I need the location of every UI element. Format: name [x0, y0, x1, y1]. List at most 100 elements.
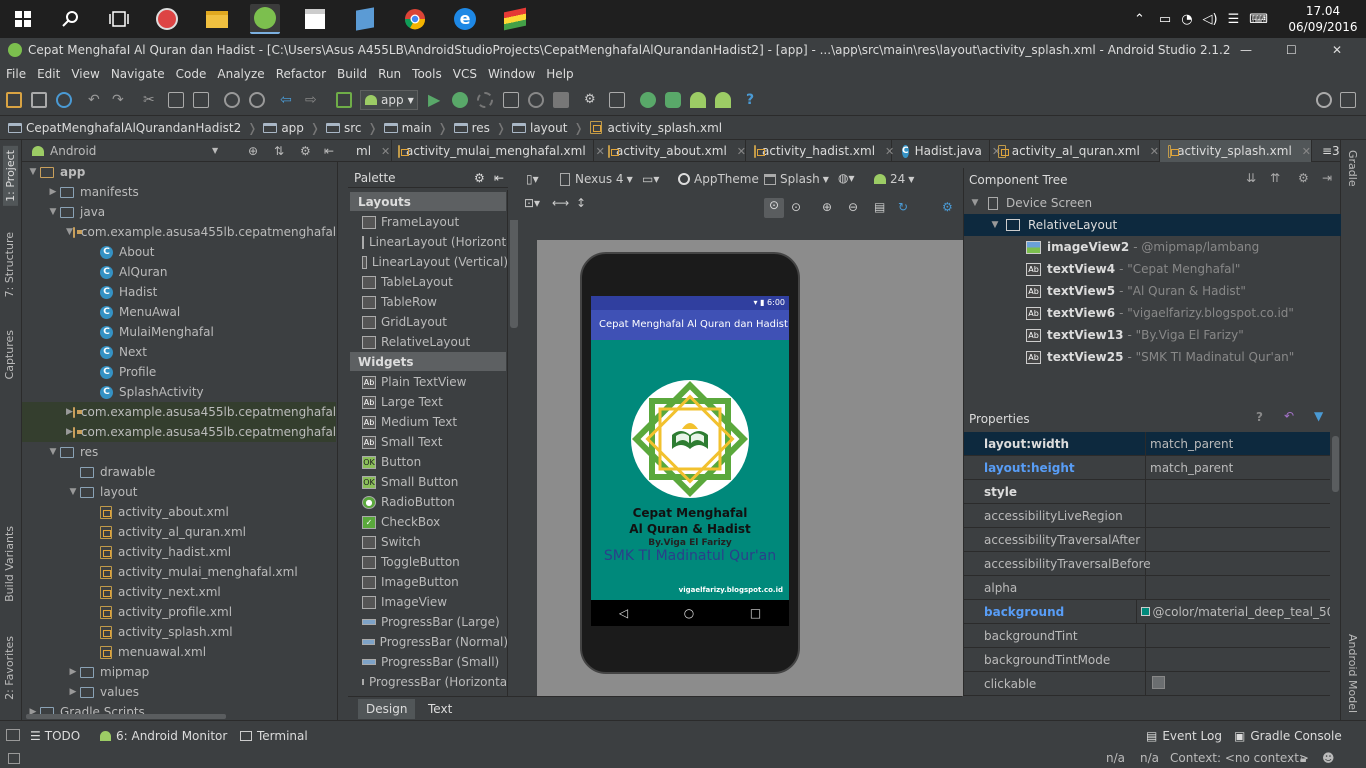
edge-icon[interactable]: e	[450, 4, 480, 34]
property-value-cell[interactable]: match_parent	[1146, 461, 1233, 475]
menu-code[interactable]: Code	[176, 67, 207, 81]
zoom-out-icon[interactable]: ⊖	[848, 200, 858, 214]
palette-item[interactable]: LinearLayout (Horizontal)	[362, 232, 507, 252]
breadcrumb-project[interactable]: CepatMenghafalAlQurandanHadist2	[8, 121, 241, 135]
stop-icon[interactable]	[553, 92, 569, 108]
tree-item[interactable]: menuawal.xml	[22, 642, 336, 662]
volume-icon[interactable]: ◁)	[1203, 12, 1218, 27]
editor-tab[interactable]: activity_al_quran.xml ✕	[990, 140, 1160, 162]
settings-gear-icon[interactable]: ⚙	[942, 200, 953, 214]
gradle-console-tool-button[interactable]: ▣ Gradle Console	[1234, 729, 1342, 743]
property-row[interactable]: accessibilityTraversalBefore	[964, 551, 1330, 576]
horizontal-scrollbar[interactable]	[26, 714, 226, 719]
undo-icon[interactable]: ↶	[1284, 409, 1294, 423]
property-value-cell[interactable]	[1146, 675, 1165, 692]
tree-item[interactable]: activity_splash.xml	[22, 622, 336, 642]
make-project-icon[interactable]	[336, 92, 352, 108]
more-tabs-icon[interactable]: ≡3	[1314, 140, 1340, 162]
box-app-icon[interactable]	[350, 4, 380, 34]
close-tab-icon[interactable]: ✕	[885, 145, 894, 158]
property-row[interactable]: layout:width match_parent	[964, 431, 1330, 456]
chevron-right-icon[interactable]: ▶	[66, 667, 80, 677]
project-structure-icon[interactable]: ⚙	[584, 92, 600, 108]
screenshot-icon[interactable]: ▤	[874, 200, 885, 214]
app-icon-1[interactable]	[152, 4, 182, 34]
back-icon[interactable]: ⇦	[280, 92, 296, 108]
status-icon[interactable]	[8, 753, 20, 764]
gradle-tool-tab[interactable]: Gradle	[1346, 150, 1359, 187]
rerun-icon[interactable]	[528, 92, 544, 108]
help-icon[interactable]: ?	[746, 92, 762, 108]
menu-window[interactable]: Window	[488, 67, 535, 81]
help-icon[interactable]: ?	[1256, 410, 1263, 424]
tree-item[interactable]: activity_mulai_menghafal.xml	[22, 562, 336, 582]
todo-tool-button[interactable]: ☰ TODO	[30, 729, 80, 743]
tree-item[interactable]: activity_about.xml	[22, 502, 336, 522]
editor-tab[interactable]: activity_hadist.xml ✕	[746, 140, 894, 162]
tool-windows-icon[interactable]	[6, 729, 20, 741]
design-tab[interactable]: Design	[358, 699, 416, 719]
gear-icon[interactable]: ⚙	[300, 144, 311, 158]
tree-item[interactable]: ▶ com.example.asusa455lb.cepatmenghafalal…	[22, 402, 336, 422]
file-explorer-icon[interactable]	[202, 4, 232, 34]
chevron-down-icon[interactable]: ▼	[66, 487, 80, 497]
property-row[interactable]: alpha	[964, 575, 1330, 600]
android-model-tool-tab[interactable]: Android Model	[1346, 634, 1359, 713]
menu-refactor[interactable]: Refactor	[276, 67, 326, 81]
sync-icon[interactable]	[56, 92, 72, 108]
event-log-tool-button[interactable]: ▤ Event Log	[1146, 729, 1222, 743]
debug-icon[interactable]	[452, 92, 468, 108]
chevron-down-icon[interactable]: ▼	[66, 227, 73, 237]
palette-item[interactable]: ProgressBar (Large)	[362, 612, 507, 632]
chevron-right-icon[interactable]: ▶	[66, 407, 73, 417]
breadcrumb-main[interactable]: main	[383, 121, 432, 135]
close-tab-icon[interactable]: ✕	[1302, 145, 1311, 158]
favorites-tool-tab[interactable]: 2: Favorites	[3, 636, 16, 700]
hide-icon[interactable]: ⇤	[324, 144, 334, 158]
tree-row-device-screen[interactable]: ▼ Device Screen	[964, 192, 1341, 214]
sdk-android-icon[interactable]	[690, 92, 706, 108]
task-view-icon[interactable]	[104, 4, 134, 34]
minimize-button[interactable]: —	[1240, 43, 1252, 57]
palette-item[interactable]: TableLayout	[362, 272, 507, 292]
tree-row-child[interactable]: Ab textView5- "Al Quran & Hadist"	[964, 280, 1341, 302]
target-icon[interactable]: ⊕	[248, 144, 258, 158]
palette-item[interactable]: ImageButton	[362, 572, 507, 592]
menu-run[interactable]: Run	[378, 67, 401, 81]
palette-item[interactable]: Ab Large Text	[362, 392, 507, 412]
find-icon[interactable]	[224, 92, 240, 108]
palette-item[interactable]: ImageView	[362, 592, 507, 612]
api-level-select[interactable]: 24 ▼	[874, 172, 914, 186]
expand-all-icon[interactable]: ⇊	[1246, 171, 1256, 185]
tree-row-relative-layout[interactable]: ▼ RelativeLayout	[964, 214, 1341, 236]
device-select[interactable]: Nexus 4 ▼	[560, 172, 633, 186]
palette-group-header[interactable]: Layouts	[350, 192, 506, 211]
tree-item[interactable]: ▶ Gradle Scripts	[22, 702, 336, 722]
property-row[interactable]: style	[964, 479, 1330, 504]
captures-tool-tab[interactable]: Captures	[3, 330, 16, 379]
palette-item[interactable]: ToggleButton	[362, 552, 507, 572]
palette-item[interactable]: TableRow	[362, 292, 507, 312]
tree-item[interactable]: ▼ layout	[22, 482, 336, 502]
menu-tools[interactable]: Tools	[412, 67, 442, 81]
tree-row-child[interactable]: Ab textView6- "vigaelfarizy.blogspot.co.i…	[964, 302, 1341, 324]
menu-vcs[interactable]: VCS	[453, 67, 477, 81]
editor-tab[interactable]: C Hadist.java ✕	[894, 140, 1001, 162]
event-icon[interactable]	[1340, 92, 1356, 108]
filter-icon[interactable]: ▼	[1314, 409, 1323, 423]
properties-scrollbar[interactable]	[1332, 436, 1339, 492]
coverage-icon[interactable]	[503, 92, 519, 108]
zoom-actual-icon[interactable]: ⊙	[791, 200, 801, 214]
close-tab-icon[interactable]: ✕	[737, 145, 746, 158]
property-row[interactable]: layout:height match_parent	[964, 455, 1330, 480]
menu-build[interactable]: Build	[337, 67, 367, 81]
keyboard-icon[interactable]: ⌨	[1249, 12, 1268, 27]
bluestacks-icon[interactable]	[500, 4, 530, 34]
lock-icon[interactable]: 🔒︎	[1300, 751, 1306, 766]
palette-item[interactable]: ProgressBar (Small)	[362, 652, 507, 672]
palette-item[interactable]: OK Button	[362, 452, 507, 472]
zoom-to-fit-button[interactable]: ⊙	[764, 198, 784, 218]
palette-item[interactable]: GridLayout	[362, 312, 507, 332]
tree-item[interactable]: activity_profile.xml	[22, 602, 336, 622]
breadcrumb-res[interactable]: res	[453, 121, 490, 135]
